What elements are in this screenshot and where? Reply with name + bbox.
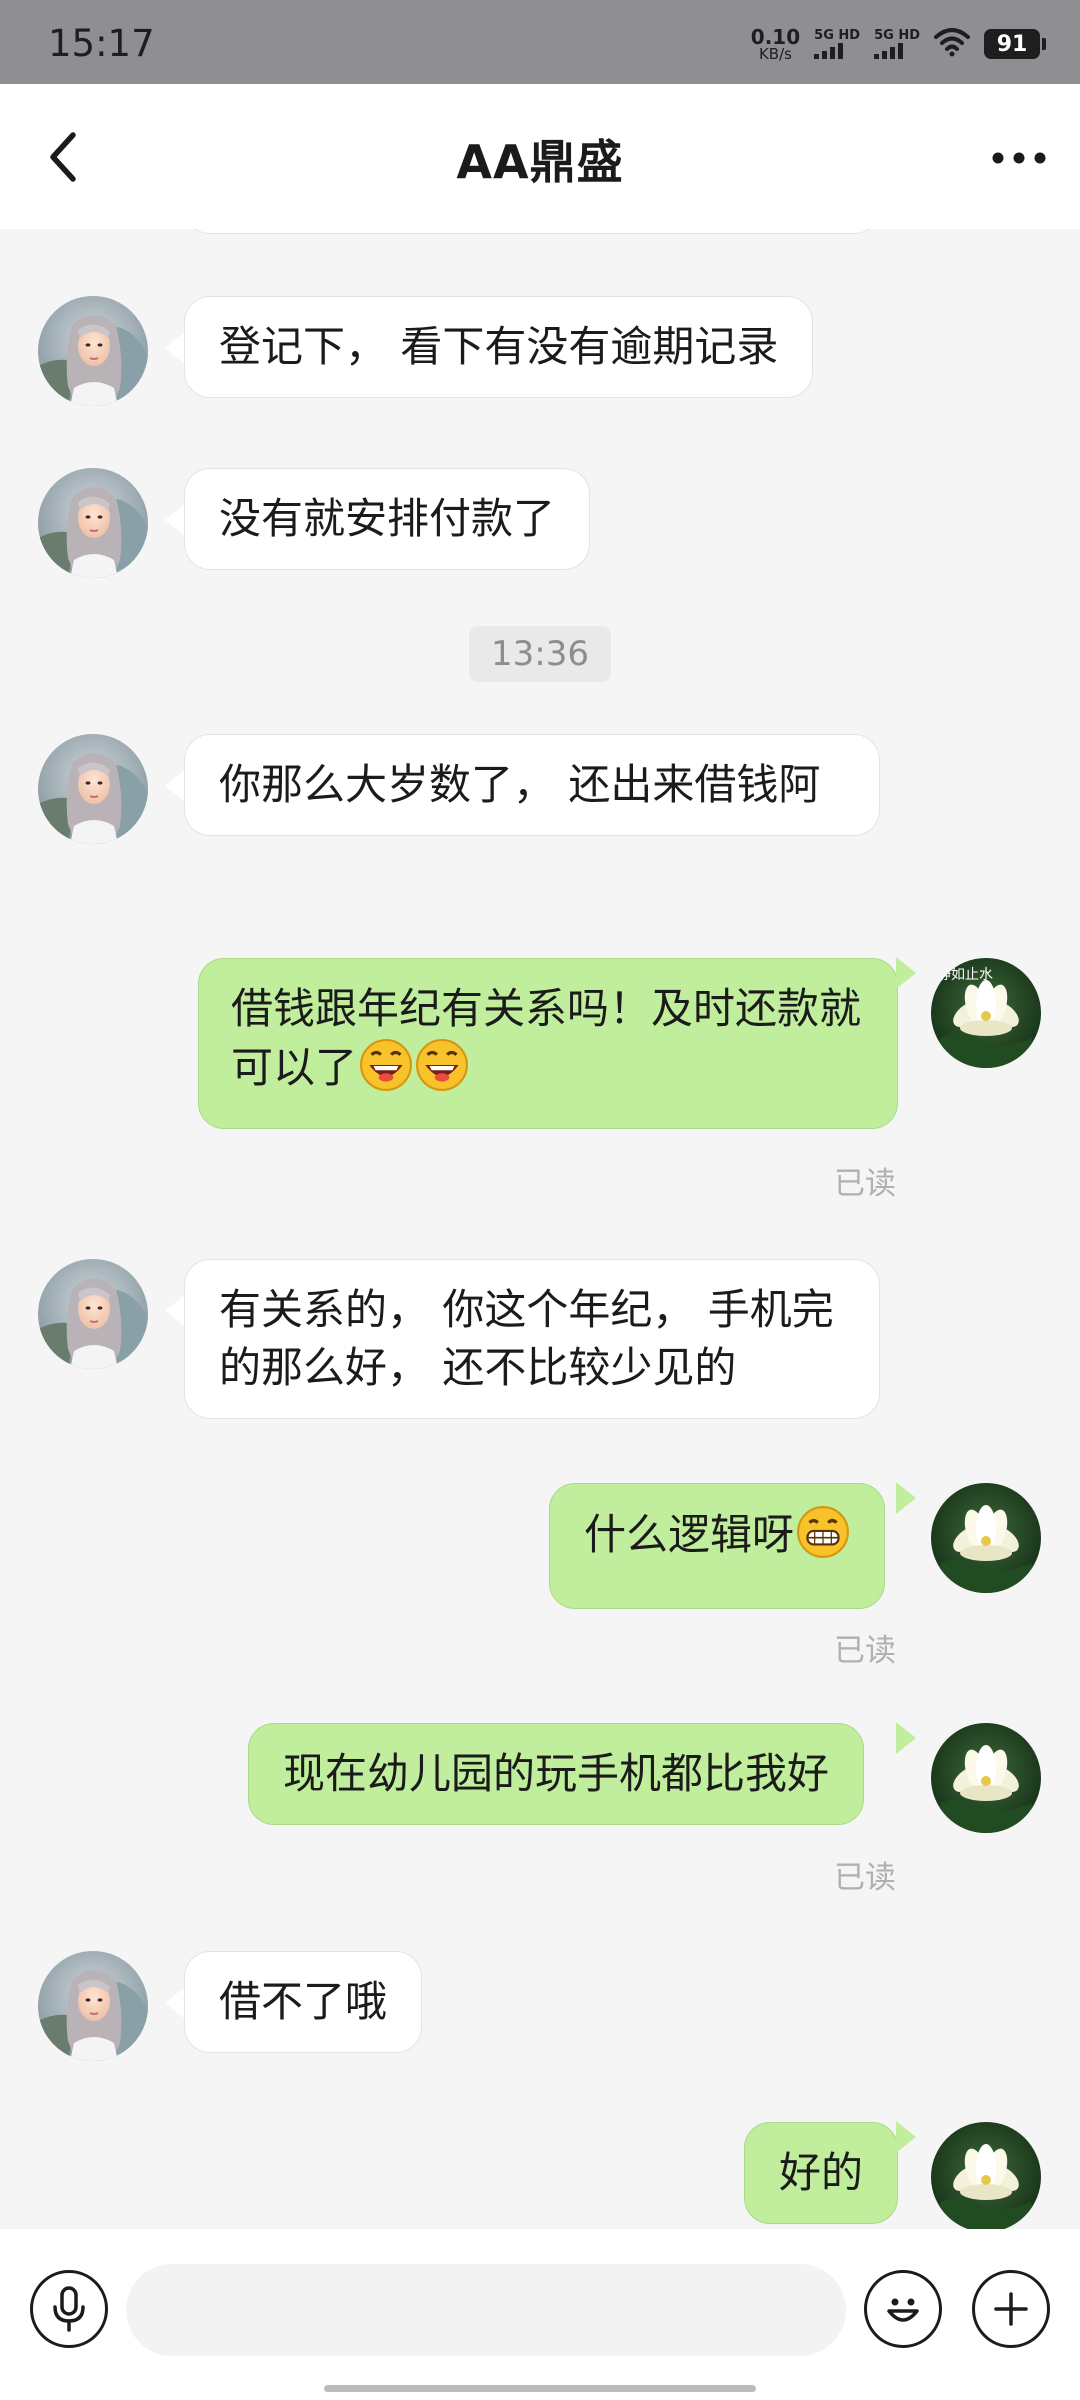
emoji-button[interactable] <box>864 2270 942 2348</box>
battery-level: 91 <box>996 31 1028 57</box>
my-avatar-caption: 静如止水 <box>937 967 993 983</box>
laughing-emoji-icon <box>415 1038 469 1107</box>
grinning-emoji-icon <box>796 1505 850 1574</box>
my-avatar[interactable] <box>931 2122 1041 2229</box>
more-button[interactable] <box>986 128 1052 188</box>
chat-message-list[interactable]: 登记下， 看下有没有逾期记录 没有就安排付款了 13:36 你那么大岁数了， 还… <box>0 229 1080 2229</box>
message-bubble-incoming[interactable]: 登记下， 看下有没有逾期记录 <box>184 296 814 398</box>
laughing-emoji-icon <box>359 1038 413 1107</box>
microphone-icon <box>53 2286 85 2332</box>
chat-header: AA鼎盛 <box>0 84 1080 229</box>
chat-title: AA鼎盛 <box>456 135 624 189</box>
message-text: 现在幼儿园的玩手机都比我好 <box>283 1749 830 1798</box>
more-horizontal-icon <box>992 152 1046 164</box>
message-bubble-outgoing[interactable]: 好的 <box>744 2122 899 2224</box>
sim1-signal-icon: 5G HD <box>814 29 860 59</box>
plus-button[interactable] <box>972 2270 1050 2348</box>
message-text: 借不了哦 <box>219 1977 388 2026</box>
message-text: 什么逻辑呀 <box>584 1510 795 1559</box>
sim1-label: 5G HD <box>814 28 861 43</box>
contact-avatar[interactable] <box>38 1259 148 1369</box>
message-bubble-outgoing[interactable]: 什么逻辑呀 <box>549 1483 886 1609</box>
read-status: 已读 <box>834 1633 896 1669</box>
wifi-icon <box>934 27 970 61</box>
status-time: 15:17 <box>48 22 155 65</box>
read-status: 已读 <box>834 1166 896 1202</box>
contact-avatar[interactable] <box>38 734 148 844</box>
battery-icon: 91 <box>984 29 1046 59</box>
message-text: 借钱跟年纪有关系吗！及时还款就可以了 <box>231 984 862 1092</box>
contact-avatar[interactable] <box>38 468 148 578</box>
sim2-signal-icon: 5G HD <box>874 29 920 59</box>
message-input[interactable] <box>126 2264 846 2356</box>
message-input-bar <box>0 2229 1080 2400</box>
voice-button[interactable] <box>30 2270 108 2348</box>
my-avatar[interactable]: 静如止水 <box>931 958 1041 1068</box>
timestamp-divider: 13:36 <box>469 626 611 682</box>
message-bubble-incoming[interactable]: 有关系的， 你这个年纪， 手机完的那么好， 还不比较少见的 <box>184 1259 880 1419</box>
sim2-label: 5G HD <box>874 28 920 43</box>
plus-icon <box>994 2292 1028 2326</box>
message-text: 有关系的， 你这个年纪， 手机完的那么好， 还不比较少见的 <box>219 1285 834 1392</box>
message-bubble-partial[interactable] <box>184 229 880 234</box>
status-bar: 15:17 0.10 KB/s 5G HD 5G HD 91 <box>0 0 1080 84</box>
my-avatar[interactable] <box>931 1723 1041 1833</box>
network-speed: 0.10 KB/s <box>751 27 800 62</box>
status-icons: 0.10 KB/s 5G HD 5G HD 91 <box>751 22 1046 66</box>
message-text: 没有就安排付款了 <box>219 494 556 543</box>
network-speed-unit: KB/s <box>758 44 792 63</box>
message-bubble-incoming[interactable]: 你那么大岁数了， 还出来借钱阿 <box>184 734 880 836</box>
message-bubble-incoming[interactable]: 没有就安排付款了 <box>184 468 591 570</box>
my-avatar[interactable] <box>931 1483 1041 1593</box>
message-text: 好的 <box>779 2148 864 2197</box>
message-text: 登记下， 看下有没有逾期记录 <box>219 322 779 371</box>
message-text: 你那么大岁数了， 还出来借钱阿 <box>219 760 821 809</box>
message-bubble-incoming[interactable]: 借不了哦 <box>184 1951 423 2053</box>
read-status: 已读 <box>834 1860 896 1896</box>
message-bubble-outgoing[interactable]: 现在幼儿园的玩手机都比我好 <box>248 1723 865 1825</box>
smiley-icon <box>887 2298 919 2322</box>
network-speed-value: 0.10 <box>750 24 801 49</box>
contact-avatar[interactable] <box>38 296 148 406</box>
contact-avatar[interactable] <box>38 1951 148 2061</box>
message-bubble-outgoing[interactable]: 借钱跟年纪有关系吗！及时还款就可以了 <box>198 958 898 1129</box>
home-indicator[interactable] <box>324 2385 756 2392</box>
